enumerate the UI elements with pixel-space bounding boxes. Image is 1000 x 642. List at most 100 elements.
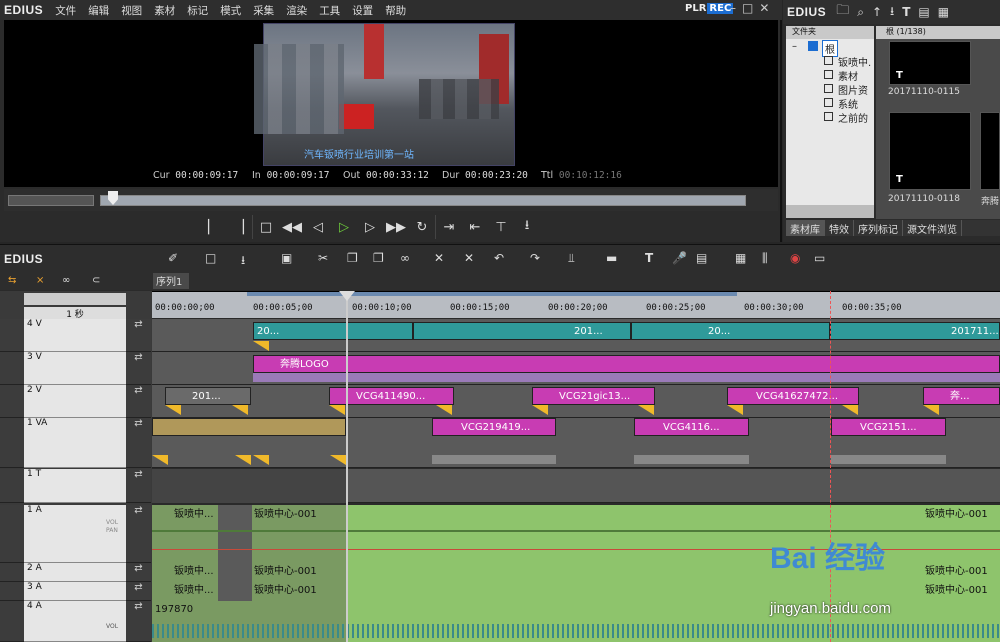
marker-icon[interactable]: ⫫ <box>568 251 575 266</box>
shuttle-slider[interactable] <box>8 195 94 206</box>
view-icon[interactable]: ▦ <box>938 5 949 19</box>
menu-edit[interactable]: 编辑 <box>88 3 109 18</box>
track-header-1t[interactable]: 1 T <box>24 469 126 503</box>
track-lock[interactable] <box>0 563 24 582</box>
track-collapse[interactable]: ⇄ <box>126 385 151 418</box>
clip-name[interactable]: 奔腾 <box>981 194 999 207</box>
clip-thumbnail[interactable]: T <box>889 112 971 190</box>
undo-icon[interactable]: ↶ <box>494 251 504 265</box>
audio-clip[interactable]: 钣喷中心-001 <box>922 582 1000 600</box>
timeline-clip[interactable]: VCG21gic13... <box>532 387 655 405</box>
menu-help[interactable]: 帮助 <box>385 3 406 18</box>
folder-item[interactable]: 钣喷中. <box>838 54 871 69</box>
tab-source-browser[interactable]: 源文件浏览 <box>903 220 962 236</box>
track-header-3a[interactable]: 3 A <box>24 582 126 601</box>
track-header-2v[interactable]: 2 V <box>24 385 126 418</box>
menu-file[interactable]: 文件 <box>55 3 76 18</box>
clip-thumbnail[interactable]: T <box>889 41 971 85</box>
track-lock[interactable] <box>0 418 24 468</box>
track-lock[interactable] <box>0 385 24 418</box>
delete-icon[interactable]: ✕ <box>434 251 444 265</box>
track-collapse[interactable]: ⇄ <box>126 563 151 582</box>
track-lock[interactable] <box>0 319 24 352</box>
step-back-icon[interactable]: ◁ <box>305 215 331 239</box>
zoom-slider[interactable] <box>24 293 126 305</box>
folder-item[interactable]: 素材 <box>838 68 858 83</box>
mixer-icon[interactable]: ⫼ <box>762 251 768 266</box>
clip-audio-band[interactable] <box>432 455 556 464</box>
folder-item[interactable]: 之前的 <box>838 110 868 125</box>
tab-sequence-markers[interactable]: 序列标记 <box>854 220 903 236</box>
folder-root[interactable]: 根 <box>822 40 838 57</box>
up-icon[interactable]: ↑ <box>872 5 882 19</box>
timeline-cursor[interactable] <box>346 291 348 642</box>
split-icon[interactable]: ⊤ <box>488 215 514 239</box>
sync-icon[interactable]: ⇆ <box>8 275 16 286</box>
position-bar[interactable] <box>100 195 746 206</box>
timeline-clip[interactable]: VCG4116... <box>634 418 749 436</box>
microphone-icon[interactable]: 🎤 <box>672 251 687 265</box>
timeline-clip[interactable]: VCG2151... <box>831 418 946 436</box>
save-icon[interactable]: ▣ <box>281 251 292 265</box>
menu-capture[interactable]: 采集 <box>253 3 274 18</box>
audio-clip[interactable]: 钣喷中心-001 <box>922 506 1000 524</box>
audio-clip[interactable]: 197870 <box>152 601 232 619</box>
redo-icon[interactable]: ↷ <box>530 251 540 265</box>
step-forward-icon[interactable]: ▷ <box>357 215 383 239</box>
clip-mixer-band[interactable] <box>253 373 1000 382</box>
ripple-delete-icon[interactable]: ✕ <box>464 251 474 265</box>
link-icon[interactable]: ∞ <box>400 251 410 265</box>
clip-name[interactable]: 20171110-0118 <box>888 194 960 204</box>
menu-clip[interactable]: 素材 <box>154 3 175 18</box>
timeline-clip[interactable]: 201... <box>165 387 251 405</box>
insert-icon[interactable]: ⇥ <box>436 215 462 239</box>
clip-name[interactable]: 20171110-0115 <box>888 87 960 97</box>
track-collapse[interactable]: ⇄ <box>126 469 151 503</box>
audio-clip[interactable]: 钣喷中心-001 <box>251 506 331 524</box>
track-header-1a[interactable]: 1 A VOL PAN <box>24 505 126 563</box>
set-in-icon[interactable]: ▏ <box>200 215 226 239</box>
cut-icon[interactable]: ✂ <box>318 251 328 265</box>
folder-item[interactable]: 图片资 <box>838 82 868 97</box>
folder-scrollbar[interactable] <box>786 205 874 218</box>
track-header-1va[interactable]: 1 VA <box>24 418 126 468</box>
timeline-clip[interactable]: 201711... <box>830 322 1000 340</box>
set-out-icon[interactable]: ▕ <box>226 215 252 239</box>
timeline-clip[interactable] <box>152 418 346 436</box>
track-collapse[interactable]: ⇄ <box>126 319 151 352</box>
paste-icon[interactable]: ❐ <box>373 251 384 265</box>
track-collapse[interactable]: ⇄ <box>126 601 151 642</box>
track-lock[interactable] <box>0 505 24 563</box>
track-lock[interactable] <box>0 469 24 503</box>
record-icon[interactable]: ◉ <box>790 251 800 265</box>
tab-sequence1[interactable]: 序列1 <box>153 273 189 289</box>
mode-icon[interactable]: ✐ <box>168 251 178 265</box>
track-header-4a[interactable]: 4 A VOL <box>24 601 126 642</box>
audio-clip[interactable]: 钣喷中... <box>171 563 218 581</box>
track-lock[interactable] <box>0 601 24 642</box>
menu-marker[interactable]: 标记 <box>187 3 208 18</box>
overwrite-icon[interactable]: ⇤ <box>462 215 488 239</box>
folder-item[interactable]: 系统 <box>838 96 858 111</box>
window-buttons[interactable]: –□✕ <box>730 1 775 15</box>
copy-icon[interactable]: ❐ <box>347 251 358 265</box>
timescale-select[interactable]: 1 秒 <box>24 307 126 320</box>
plr-label[interactable]: PLR <box>685 3 706 14</box>
color-bar-icon[interactable]: ▤ <box>918 5 929 19</box>
import-icon[interactable]: ⭳ <box>890 2 894 23</box>
timeline-clip[interactable]: 奔... <box>923 387 1000 405</box>
timeline-clip[interactable]: 20... <box>631 322 830 340</box>
stop-icon[interactable]: □ <box>253 215 279 239</box>
clip-audio-band[interactable] <box>634 455 749 464</box>
menu-tools[interactable]: 工具 <box>319 3 340 18</box>
track-collapse[interactable]: ⇄ <box>126 582 151 601</box>
track-collapse[interactable]: ⇄ <box>126 505 151 563</box>
open-project-icon[interactable]: ⭳ <box>241 251 245 272</box>
ripple-icon[interactable]: ⨯ <box>36 275 44 286</box>
loop-icon[interactable]: ↻ <box>409 215 435 239</box>
timeline-clip[interactable]: VCG219419... <box>432 418 556 436</box>
menu-view[interactable]: 视图 <box>121 3 142 18</box>
grid-icon[interactable]: ▦ <box>735 251 746 265</box>
render-icon[interactable]: ▤ <box>696 251 707 265</box>
new-sequence-icon[interactable]: □ <box>205 251 216 265</box>
